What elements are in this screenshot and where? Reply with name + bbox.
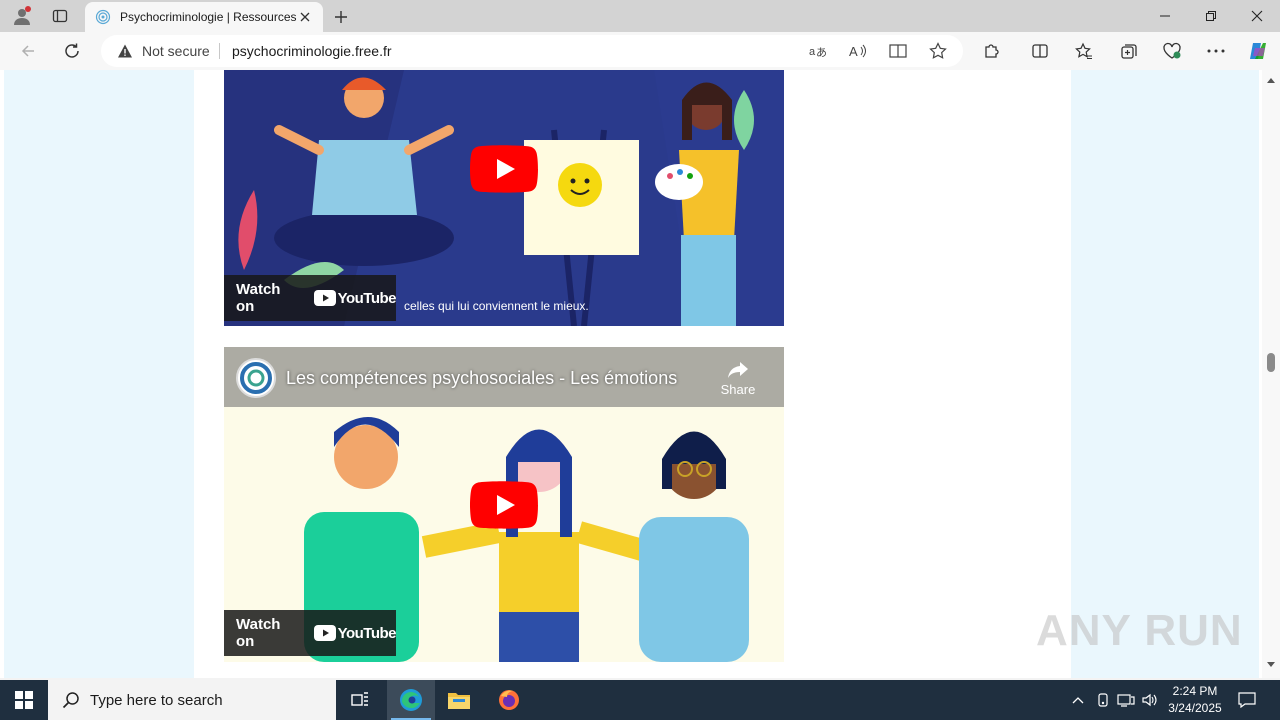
- scrollbar-thumb[interactable]: [1267, 353, 1275, 372]
- task-view-button[interactable]: [336, 680, 384, 720]
- address-bar[interactable]: Not secure psychocriminologie.free.fr aあ…: [101, 35, 963, 67]
- tab-actions-icon[interactable]: [44, 4, 76, 28]
- back-button[interactable]: [14, 37, 42, 65]
- profile-icon[interactable]: [6, 4, 38, 28]
- translate-icon[interactable]: aあ: [807, 41, 829, 61]
- tray-device-icon[interactable]: [1093, 690, 1113, 710]
- youtube-logo: YouTube: [313, 624, 397, 642]
- task-view-icon: [351, 692, 368, 706]
- youtube-logo-text: YouTube: [337, 624, 397, 642]
- share-label: Share: [720, 382, 756, 397]
- video-caption: celles qui lui conviennent le mieux.: [404, 299, 589, 313]
- share-icon: [728, 362, 748, 378]
- youtube-logo-icon: [313, 625, 336, 641]
- svg-text:あ: あ: [816, 46, 827, 59]
- youtube-embed-2[interactable]: Les compétences psychosociales - Les émo…: [224, 347, 784, 662]
- page-scrollbar[interactable]: [1262, 70, 1280, 678]
- left-side-panel: [4, 70, 194, 678]
- youtube-logo-text: YouTube: [337, 289, 397, 307]
- warning-icon[interactable]: [117, 43, 133, 59]
- search-placeholder: Type here to search: [90, 691, 223, 709]
- svg-text:a: a: [809, 46, 816, 58]
- taskbar-search-box[interactable]: Type here to search: [48, 680, 336, 720]
- network-icon[interactable]: [1116, 690, 1136, 710]
- minimize-button[interactable]: [1142, 0, 1188, 32]
- collections-icon[interactable]: [1114, 37, 1144, 65]
- new-tab-button[interactable]: [330, 6, 352, 28]
- address-divider: [219, 43, 220, 59]
- tray-overflow-icon[interactable]: [1068, 690, 1088, 710]
- youtube-play-button[interactable]: [470, 145, 538, 193]
- watch-on-label: Watch on: [236, 281, 281, 315]
- close-window-button[interactable]: [1234, 0, 1280, 32]
- taskbar-firefox[interactable]: [485, 680, 533, 720]
- windows-logo-icon: [15, 691, 33, 709]
- split-screen-icon[interactable]: [1025, 37, 1055, 65]
- watch-on-youtube-button[interactable]: Watch on YouTube: [224, 610, 397, 656]
- youtube-play-button[interactable]: [470, 481, 538, 529]
- taskbar-file-explorer[interactable]: [435, 680, 483, 720]
- windows-taskbar: Type here to search 2:24 PM 3/24/2025: [0, 680, 1280, 720]
- clock-date: 3/24/2025: [1168, 701, 1222, 715]
- start-button[interactable]: [0, 680, 48, 720]
- favorites-icon[interactable]: [1069, 37, 1099, 65]
- browser-essentials-icon[interactable]: [1157, 37, 1187, 65]
- video-title[interactable]: Les compétences psychosociales - Les émo…: [286, 368, 677, 389]
- immersive-reader-icon[interactable]: [887, 41, 909, 61]
- close-tab-icon[interactable]: [297, 9, 313, 25]
- search-icon: [62, 692, 79, 709]
- edge-icon: [400, 689, 422, 711]
- extensions-icon[interactable]: [976, 37, 1006, 65]
- right-side-panel: [1071, 70, 1259, 678]
- tab-title: Psychocriminologie | Ressources: [120, 10, 297, 24]
- fingerprint-favicon-icon: [95, 9, 111, 25]
- channel-avatar[interactable]: [236, 358, 276, 398]
- taskbar-edge[interactable]: [387, 680, 435, 720]
- url-text[interactable]: psychocriminologie.free.fr: [232, 43, 392, 59]
- more-options-icon[interactable]: [1201, 37, 1231, 65]
- favorite-star-icon[interactable]: [927, 41, 949, 61]
- browser-titlebar: Psychocriminologie | Ressources: [0, 0, 1280, 32]
- scroll-down-icon[interactable]: [1266, 659, 1276, 669]
- copilot-icon[interactable]: [1243, 37, 1273, 65]
- watch-on-youtube-button[interactable]: Watch on YouTube: [224, 275, 397, 321]
- anyrun-watermark: ANY RUN: [1036, 606, 1243, 656]
- youtube-embed-1[interactable]: Watch on YouTube celles qui lui convienn…: [224, 70, 784, 326]
- volume-icon[interactable]: [1140, 690, 1160, 710]
- page-viewport: Watch on YouTube celles qui lui convienn…: [0, 70, 1262, 678]
- watermark-text: ANY RUN: [1036, 606, 1243, 655]
- security-label[interactable]: Not secure: [142, 43, 210, 59]
- notification-icon: [1238, 692, 1256, 708]
- scroll-up-icon[interactable]: [1266, 76, 1276, 86]
- watch-on-label: Watch on: [236, 616, 281, 650]
- youtube-logo: YouTube: [313, 289, 397, 307]
- share-button[interactable]: Share: [718, 361, 758, 397]
- svg-text:A: A: [849, 44, 858, 59]
- tab-active[interactable]: Psychocriminologie | Ressources: [85, 2, 323, 32]
- read-aloud-icon[interactable]: A: [847, 41, 869, 61]
- taskbar-clock[interactable]: 2:24 PM 3/24/2025: [1162, 683, 1228, 717]
- firefox-icon: [499, 690, 519, 710]
- clock-time: 2:24 PM: [1172, 684, 1218, 698]
- notification-center-button[interactable]: [1234, 688, 1260, 712]
- youtube-logo-icon: [313, 290, 336, 306]
- refresh-button[interactable]: [58, 37, 86, 65]
- folder-icon: [448, 693, 470, 709]
- restore-button[interactable]: [1188, 0, 1234, 32]
- browser-toolbar: Not secure psychocriminologie.free.fr aあ…: [0, 32, 1280, 70]
